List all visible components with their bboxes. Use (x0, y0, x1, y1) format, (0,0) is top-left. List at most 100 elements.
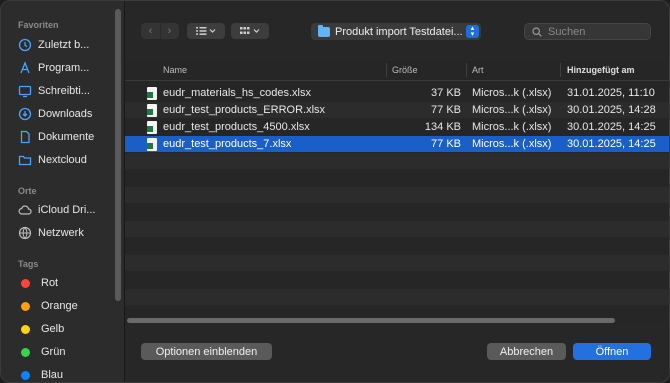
sidebar-tag-blue[interactable]: Blau (18, 365, 118, 382)
column-header-kind[interactable]: Art (472, 65, 484, 75)
sidebar-item-label: Orange (41, 300, 78, 312)
sidebar-item-network[interactable]: Netzwerk (18, 223, 118, 243)
column-divider[interactable] (466, 63, 467, 77)
empty-row (125, 170, 669, 186)
sidebar-item-nextcloud[interactable]: Nextcloud (18, 150, 118, 170)
column-header-row: Name Größe Art Hinzugefügt am (125, 61, 669, 81)
sidebar-section-favorites: Favoriten (18, 20, 59, 30)
yellow-dot-icon (21, 324, 30, 334)
green-dot-icon (21, 347, 30, 357)
excel-file-icon (147, 138, 157, 151)
file-name: eudr_materials_hs_codes.xlsx (163, 87, 311, 99)
sidebar-item-documents[interactable]: Dokumente (18, 127, 118, 147)
empty-row (125, 272, 669, 288)
blue-dot-icon (21, 370, 30, 380)
forward-button[interactable]: › (159, 23, 179, 39)
grid-view-button[interactable] (231, 23, 269, 39)
excel-file-icon (147, 121, 157, 134)
column-divider[interactable] (560, 63, 561, 77)
excel-file-icon (147, 104, 157, 117)
sidebar-section-places: Orte (18, 186, 37, 196)
empty-row (125, 289, 669, 305)
file-name: eudr_test_products_7.xlsx (163, 138, 292, 150)
location-label: Produkt import Testdatei... (335, 25, 463, 38)
options-button[interactable]: Optionen einblenden (141, 343, 272, 360)
empty-row (125, 221, 669, 237)
sidebar-item-label: Rot (41, 277, 59, 289)
toolbar: ‹ › Produkt import Testdatei... ▴ ▾ Such… (125, 1, 669, 61)
sidebar-item-recents[interactable]: Zuletzt b... (18, 35, 118, 55)
orange-dot-icon (21, 301, 30, 311)
clock-icon (18, 38, 32, 52)
column-header-added[interactable]: Hinzugefügt am (567, 65, 635, 75)
column-header-name[interactable]: Name (163, 65, 187, 75)
search-icon (532, 26, 542, 37)
sidebar-item-label: Downloads (38, 108, 93, 120)
empty-row (125, 153, 669, 169)
open-button[interactable]: Öffnen (573, 343, 651, 360)
search-field[interactable]: Suchen (524, 23, 651, 40)
empty-row (125, 255, 669, 271)
list-view-button[interactable] (187, 23, 225, 39)
folder-icon (318, 24, 330, 37)
file-added: 30.01.2025, 14:28 (567, 104, 656, 116)
excel-file-icon (147, 87, 157, 100)
file-name: eudr_test_products_ERROR.xlsx (163, 104, 326, 116)
back-button[interactable]: ‹ (142, 23, 160, 39)
sidebar-tag-yellow[interactable]: Gelb (18, 319, 118, 339)
updown-chevron-icon: ▴ ▾ (466, 25, 479, 38)
download-icon (18, 107, 32, 121)
grid-view-icon (240, 27, 260, 34)
sidebar-item-desktop[interactable]: Schreibti... (18, 81, 118, 101)
file-kind: Micros...k (.xlsx) (472, 138, 552, 150)
empty-row (125, 204, 669, 220)
file-kind: Micros...k (.xlsx) (472, 104, 552, 116)
file-row[interactable]: eudr_test_products_4500.xlsx 134 KB Micr… (125, 119, 669, 135)
column-divider[interactable] (386, 63, 387, 77)
document-icon (18, 130, 32, 144)
location-popup[interactable]: Produkt import Testdatei... ▴ ▾ (311, 23, 481, 40)
file-added: 30.01.2025, 14:25 (567, 121, 656, 133)
file-open-dialog: Favoriten Zuletzt b... Program... Schrei… (0, 0, 670, 383)
chevron-right-icon: › (167, 25, 172, 37)
sidebar-item-label: Dokumente (38, 131, 95, 143)
file-row[interactable]: eudr_test_products_ERROR.xlsx 77 KB Micr… (125, 102, 669, 118)
sidebar-item-icloud[interactable]: iCloud Dri... (18, 200, 118, 220)
sidebar-item-label: Schreibti... (38, 85, 90, 97)
sidebar-item-label: Blau (41, 369, 64, 381)
file-size: 134 KB (424, 121, 461, 133)
file-kind: Micros...k (.xlsx) (472, 121, 552, 133)
file-row-selected[interactable]: eudr_test_products_7.xlsx 77 KB Micros..… (125, 136, 669, 152)
column-header-size[interactable]: Größe (392, 65, 418, 75)
sidebar-item-label: Gelb (41, 323, 65, 335)
file-size: 77 KB (431, 138, 461, 150)
sidebar-item-downloads[interactable]: Downloads (18, 104, 118, 124)
sidebar-item-label: Netzwerk (38, 227, 84, 239)
apps-icon (18, 61, 32, 75)
cloud-icon (18, 203, 32, 217)
file-size: 77 KB (431, 104, 461, 116)
folder-icon (18, 153, 32, 167)
file-added: 31.01.2025, 11:10 (567, 87, 655, 99)
sidebar-section-tags: Tags (18, 259, 39, 269)
search-placeholder: Suchen (548, 25, 586, 38)
desktop-icon (18, 84, 32, 98)
sidebar-tag-red[interactable]: Rot (18, 273, 118, 293)
sidebar-item-label: iCloud Dri... (38, 204, 96, 216)
network-icon (18, 226, 32, 240)
sidebar-tag-green[interactable]: Grün (18, 342, 118, 362)
sidebar-item-applications[interactable]: Program... (18, 58, 118, 78)
cancel-button[interactable]: Abbrechen (487, 343, 566, 360)
sidebar: Favoriten Zuletzt b... Program... Schrei… (1, 1, 125, 382)
file-list: Name Größe Art Hinzugefügt am eudr_mater… (125, 61, 669, 323)
empty-row (125, 238, 669, 254)
list-view-icon (196, 27, 216, 35)
red-dot-icon (21, 278, 30, 288)
file-name: eudr_test_products_4500.xlsx (163, 121, 310, 133)
sidebar-tag-orange[interactable]: Orange (18, 296, 118, 316)
file-added: 30.01.2025, 14:25 (567, 138, 656, 150)
chevron-left-icon: ‹ (148, 25, 153, 37)
file-row[interactable]: eudr_materials_hs_codes.xlsx 37 KB Micro… (125, 85, 669, 101)
sidebar-scrollbar[interactable] (115, 9, 121, 301)
file-kind: Micros...k (.xlsx) (472, 87, 552, 99)
